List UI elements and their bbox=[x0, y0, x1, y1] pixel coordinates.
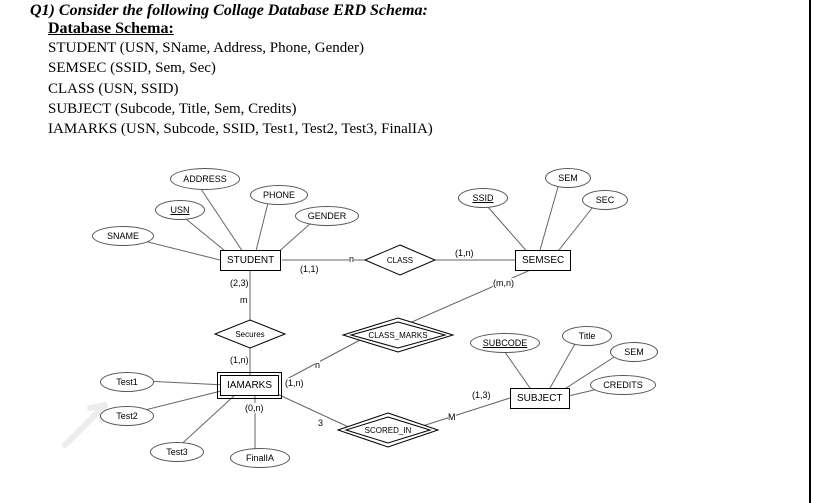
attr-title: Title bbox=[562, 326, 612, 346]
attr-sname: SNAME bbox=[92, 226, 154, 246]
card-m: m bbox=[240, 295, 248, 305]
attr-finalia: FinalIA bbox=[230, 448, 290, 468]
entity-student: STUDENT bbox=[220, 250, 281, 271]
attr-phone: PHONE bbox=[250, 185, 308, 205]
attr-sem: SEM bbox=[545, 168, 591, 188]
attr-test1: Test1 bbox=[100, 372, 154, 392]
rel-class-marks: CLASS_MARKS bbox=[343, 318, 453, 352]
card-student-secures: (2,3) bbox=[230, 278, 249, 288]
entity-iamarks: IAMARKS bbox=[220, 375, 279, 396]
card-n: n bbox=[315, 360, 320, 370]
rel-secures: Secures bbox=[215, 320, 285, 348]
card-class-semsec: (1,n) bbox=[455, 248, 474, 258]
attr-test2: Test2 bbox=[100, 406, 154, 426]
card-iamarks-classmarks: (1,n) bbox=[285, 378, 304, 388]
rel-scored-in: SCORED_IN bbox=[338, 413, 438, 447]
rel-class: CLASS bbox=[365, 245, 435, 275]
card-three: 3 bbox=[318, 418, 323, 428]
attr-sem2: SEM bbox=[610, 342, 658, 362]
attr-sec: SEC bbox=[582, 190, 628, 210]
attr-usn: USN bbox=[155, 200, 205, 220]
card-secures-iamarks: (1,n) bbox=[230, 355, 249, 365]
card-subject-scoredin: (1,3) bbox=[472, 390, 491, 400]
attr-address: ADDRESS bbox=[170, 168, 240, 190]
card-semsec-classmarks: (m,n) bbox=[493, 278, 514, 288]
attr-ssid: SSID bbox=[458, 188, 508, 208]
card-n: n bbox=[349, 254, 354, 264]
entity-semsec: SEMSEC bbox=[515, 250, 571, 271]
attr-test3: Test3 bbox=[150, 442, 204, 462]
attr-gender: GENDER bbox=[295, 206, 359, 226]
card-iamarks-scoredin: (0,n) bbox=[245, 403, 264, 413]
attr-credits: CREDITS bbox=[590, 375, 656, 395]
card-student-class: (1,1) bbox=[300, 264, 319, 274]
card-M: M bbox=[448, 412, 456, 422]
erd-diagram: STUDENT ADDRESS PHONE USN SNAME GENDER S… bbox=[60, 150, 760, 490]
entity-subject: SUBJECT bbox=[510, 388, 570, 409]
attr-subcode: SUBCODE bbox=[470, 333, 540, 353]
